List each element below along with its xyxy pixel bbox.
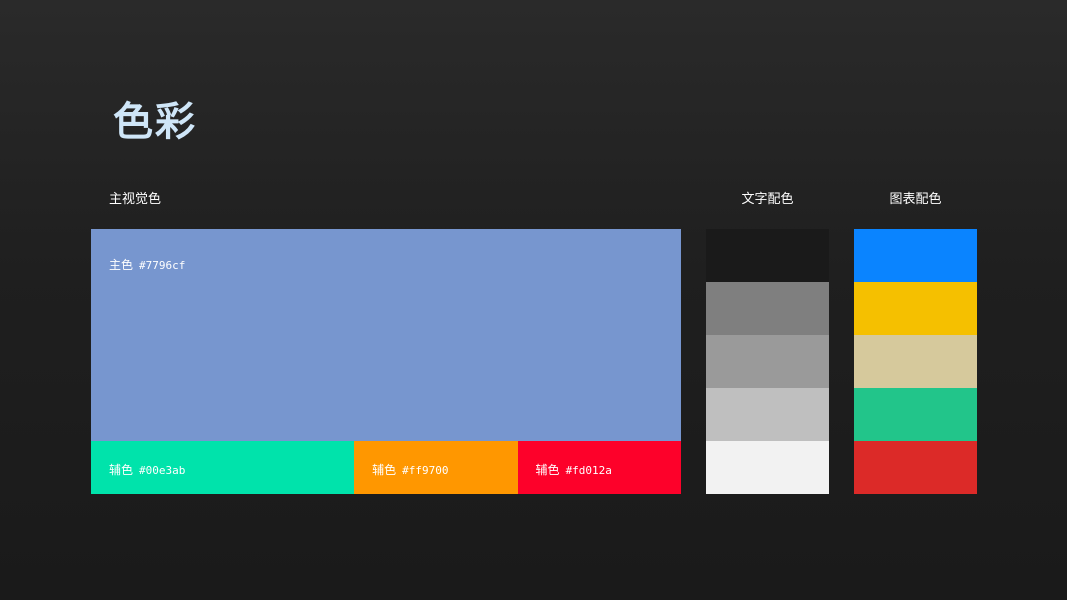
secondary-color-caption: 辅色 #ff9700 xyxy=(372,461,448,478)
chart-color-swatch xyxy=(854,335,977,388)
text-color-swatch xyxy=(706,388,829,441)
text-color-swatch xyxy=(706,229,829,282)
primary-color-swatch: 主色 #7796cf xyxy=(91,229,681,441)
page-title: 色彩 xyxy=(113,99,197,145)
chart-color-swatch xyxy=(854,388,977,441)
secondary-color-swatch: 辅色 #ff9700 xyxy=(354,441,518,494)
text-color-swatch xyxy=(706,282,829,335)
secondary-color-caption: 辅色 #fd012a xyxy=(536,461,612,478)
chart-color-swatch xyxy=(854,282,977,335)
main-visual-palette: 主色 #7796cf 辅色 #00e3ab 辅色 #ff9700 辅色 #fd012a xyxy=(91,229,681,494)
chart-color-swatch xyxy=(854,441,977,494)
secondary-color-hex: #fd012a xyxy=(565,464,612,477)
chart-color-swatch xyxy=(854,229,977,282)
secondary-color-caption: 辅色 #00e3ab xyxy=(109,461,185,478)
text-colors-column xyxy=(706,229,829,494)
primary-color-name: 主色 xyxy=(109,258,134,272)
secondary-color-name: 辅色 xyxy=(109,463,134,477)
chart-colors-column xyxy=(854,229,977,494)
secondary-color-hex: #00e3ab xyxy=(139,464,186,477)
secondary-color-hex: #ff9700 xyxy=(402,464,449,477)
text-color-swatch xyxy=(706,335,829,388)
secondary-color-name: 辅色 xyxy=(372,463,397,477)
secondary-color-name: 辅色 xyxy=(535,463,560,477)
text-color-swatch xyxy=(706,441,829,494)
text-colors-label: 文字配色 xyxy=(741,192,794,207)
secondary-colors-row: 辅色 #00e3ab 辅色 #ff9700 辅色 #fd012a xyxy=(91,441,681,494)
chart-colors-label: 图表配色 xyxy=(889,192,942,207)
secondary-color-swatch: 辅色 #00e3ab xyxy=(91,441,355,494)
secondary-color-swatch: 辅色 #fd012a xyxy=(517,441,681,494)
primary-color-hex: #7796cf xyxy=(139,259,186,272)
primary-color-caption: 主色 #7796cf xyxy=(109,256,185,273)
main-visual-label: 主视觉色 xyxy=(109,192,162,207)
